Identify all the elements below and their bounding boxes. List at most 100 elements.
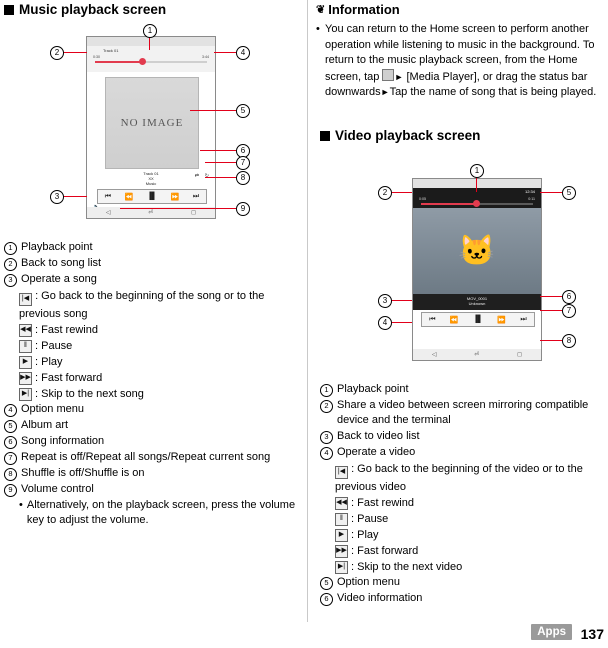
music-song-row: Track 01 [87, 46, 215, 56]
legend-text-2: Back to song list [21, 257, 102, 269]
video-leader-7 [540, 310, 562, 311]
home-icon[interactable]: ⏎ [148, 209, 153, 216]
music-song-title: Track 01 [103, 48, 119, 53]
information-heading: ❦ Information [316, 2, 400, 17]
repeat-icon[interactable]: ↻ [205, 173, 209, 179]
video-time-total: 0:11 [528, 197, 535, 201]
list-item: 3 Operate a song [4, 272, 296, 287]
song-op-4-text: : Play [35, 356, 63, 368]
song-op-1-text: : Go back to the beginning of the song o… [19, 290, 265, 320]
list-item: 8 Shuffle is off/Shuffle is on [4, 466, 296, 481]
music-seek-knob[interactable] [139, 58, 146, 65]
information-text-3: Tap the name of song that is being playe… [389, 86, 597, 98]
music-time-total: 3:44 [202, 55, 209, 59]
pause-icon[interactable]: ▐▌ [473, 316, 483, 323]
legend-text-6: Song information [21, 435, 105, 447]
skip-previous-icon[interactable]: ⏮ [429, 316, 435, 324]
music-player-screen: Track 01 0:30 3:44 NO IMAGE Track 01 XX … [87, 37, 215, 218]
list-item: 4 Operate a video [320, 445, 608, 460]
music-playback-heading: Music playback screen [4, 2, 166, 18]
callout-5: 5 [236, 104, 250, 118]
information-heading-text: Information [328, 2, 400, 17]
pause-icon: ‖ [335, 512, 348, 526]
video-callout-7: 7 [562, 304, 576, 318]
rewind-icon[interactable]: ⏪ [450, 316, 459, 324]
video-leader-3 [390, 300, 412, 301]
leader-8 [205, 177, 236, 178]
album-art-label: NO IMAGE [120, 117, 184, 129]
song-op-2: ◀◀ : Fast rewind [19, 322, 296, 338]
fast-forward-icon[interactable]: ⏩ [171, 193, 180, 201]
right-column: ❦ Information • You can return to the Ho… [316, 0, 608, 648]
video-leader-4 [390, 322, 412, 323]
volume-note: • Alternatively, on the playback screen,… [19, 498, 296, 528]
music-player-phone-mock: Track 01 0:30 3:44 NO IMAGE Track 01 XX … [86, 36, 216, 219]
pause-icon[interactable]: ▐▌ [147, 193, 157, 200]
fast-forward-icon: ▶▶ [335, 544, 348, 558]
video-info-line2: Unknown [468, 301, 486, 306]
video-leader-6 [540, 296, 562, 297]
list-item: 1 Playback point [4, 240, 296, 255]
video-status-clock: 12:34 [524, 189, 535, 194]
list-item: 4 Option menu [4, 402, 296, 417]
video-callout-4: 4 [378, 316, 392, 330]
home-icon[interactable]: ⏎ [474, 351, 479, 358]
callout-bullet-6: 6 [320, 593, 333, 606]
video-legend-text-4: Operate a video [337, 446, 416, 458]
skip-next-icon[interactable]: ⏭ [193, 193, 199, 201]
callout-bullet-4: 4 [320, 447, 333, 460]
android-nav-bar[interactable]: ◁ ⏎ ◻ [413, 349, 541, 360]
video-seek-bar[interactable] [421, 200, 533, 207]
video-legend: 1 Playback point 2 Share a video between… [320, 382, 608, 607]
video-seek-knob[interactable] [473, 200, 480, 207]
video-leader-2 [390, 192, 412, 193]
video-playback-heading: Video playback screen [320, 128, 480, 144]
callout-3: 3 [50, 190, 64, 204]
video-legend-text-6: Video information [337, 592, 423, 604]
song-op-1: |◀ : Go back to the beginning of the son… [19, 288, 296, 322]
video-op-6: ▶| : Skip to the next video [335, 559, 608, 575]
shuffle-icon[interactable]: ⇄ [195, 173, 199, 179]
legend-text-7: Repeat is off/Repeat all songs/Repeat cu… [21, 451, 271, 463]
back-icon[interactable]: ◁ [432, 351, 437, 358]
callout-bullet-3: 3 [4, 274, 17, 287]
skip-next-icon: ▶| [335, 560, 348, 574]
flower-icon: ❦ [316, 4, 326, 16]
video-legend-text-2: Share a video between screen mirroring c… [337, 399, 589, 426]
callout-bullet-8: 8 [4, 468, 17, 481]
rewind-icon[interactable]: ⏪ [125, 193, 134, 201]
callout-4: 4 [236, 46, 250, 60]
music-seek-bar[interactable] [95, 58, 207, 65]
song-op-4: ▶ : Play [19, 354, 296, 370]
list-item: 2 Share a video between screen mirroring… [320, 398, 608, 428]
list-item: 6 Song information [4, 434, 296, 449]
video-time-elapsed: 0:05 [419, 197, 426, 201]
song-op-5-text: : Fast forward [35, 372, 103, 384]
skip-previous-icon[interactable]: ⏮ [105, 193, 111, 201]
legend-text-1: Playback point [21, 241, 93, 253]
video-callout-6: 6 [562, 290, 576, 304]
leader-4 [214, 52, 236, 53]
left-column: Music playback screen Track 01 0:30 3:44… [0, 0, 300, 648]
video-legend-text-1: Playback point [337, 383, 409, 395]
fast-forward-icon[interactable]: ⏩ [497, 316, 506, 324]
callout-bullet-7: 7 [4, 452, 17, 465]
manual-page: Music playback screen Track 01 0:30 3:44… [0, 0, 608, 648]
play-icon: ▶ [19, 355, 32, 369]
skip-next-icon[interactable]: ⏭ [520, 316, 526, 324]
status-bar [87, 37, 215, 46]
video-op-4-text: : Play [351, 529, 379, 541]
video-op-4: ▶ : Play [335, 527, 608, 543]
video-op-2-text: : Fast rewind [351, 497, 414, 509]
skip-previous-icon: |◀ [335, 466, 348, 479]
song-op-6: ▶| : Skip to the next song [19, 386, 296, 402]
legend-text-9: Volume control [21, 483, 94, 495]
play-icon: ▶ [335, 528, 348, 542]
music-control-bar[interactable]: ⏮ ⏪ ▐▌ ⏩ ⏭ [97, 189, 207, 204]
recents-icon[interactable]: ◻ [191, 209, 196, 216]
arrow-icon: ► [380, 87, 390, 97]
leader-9 [120, 208, 236, 209]
back-icon[interactable]: ◁ [106, 209, 111, 216]
video-control-bar[interactable]: ⏮ ⏪ ▐▌ ⏩ ⏭ [421, 312, 535, 327]
recents-icon[interactable]: ◻ [517, 351, 522, 358]
